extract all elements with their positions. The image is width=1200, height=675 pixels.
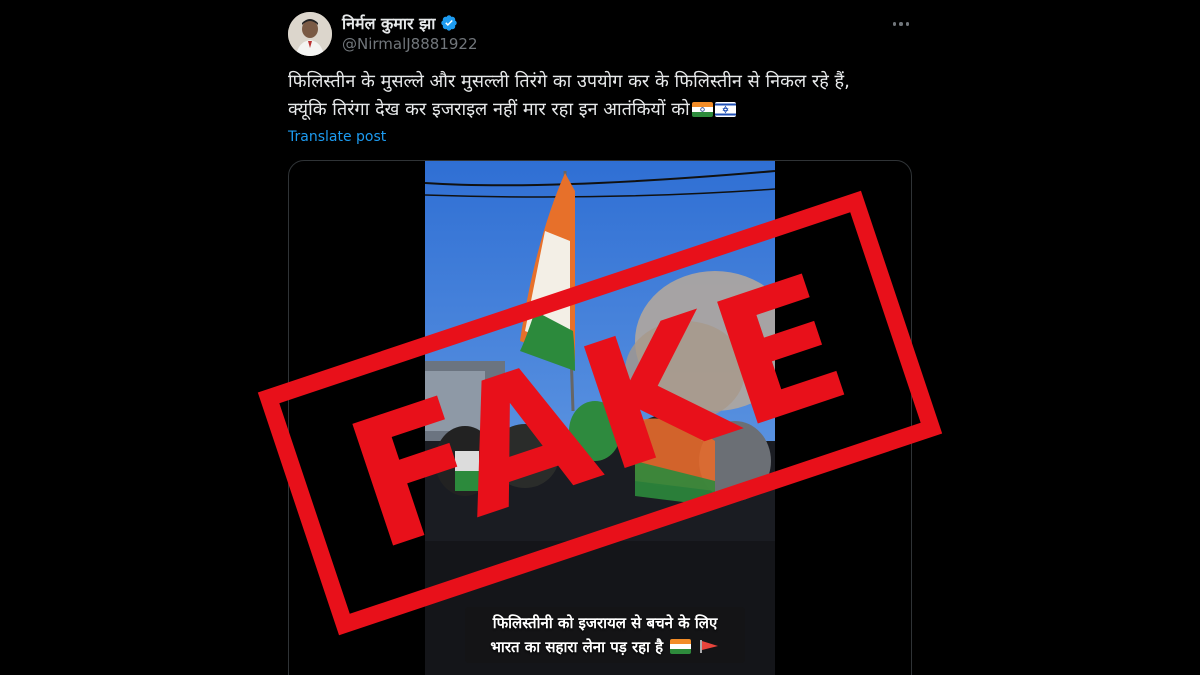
more-dot (899, 22, 903, 26)
israel-flag-icon (714, 102, 736, 117)
post-text-line-2: क्यूंकि तिरंगा देख कर इजराइल नहीं मार रह… (288, 96, 918, 124)
video-caption-line-2: भारत का सहारा लेना पड़ रहा है (469, 635, 741, 659)
more-dot (892, 22, 897, 26)
video-caption-line-1: फिलिस्तीनी को इजरायल से बचने के लिए (492, 614, 718, 632)
video-caption-line-2-text: भारत का सहारा लेना पड़ रहा है (490, 638, 664, 656)
verified-badge-icon (441, 15, 458, 31)
post-text: फिलिस्तीन के मुसल्ले और मुसल्ली तिरंगे क… (288, 68, 918, 124)
video-caption: फिलिस्तीनी को इजरायल से बचने के लिए भारत… (465, 607, 745, 663)
more-dot (905, 22, 910, 26)
display-name-row[interactable]: निर्मल कुमार झा (342, 12, 458, 34)
post-text-line-2-text: क्यूंकि तिरंगा देख कर इजराइल नहीं मार रह… (288, 99, 690, 120)
translate-post-link[interactable]: Translate post (288, 129, 386, 145)
avatar-image (288, 12, 332, 56)
post-text-line-1: फिलिस्तीन के मुसल्ले और मुसल्ली तिरंगे क… (288, 71, 850, 92)
more-options-icon[interactable] (886, 12, 916, 36)
india-flag-icon (691, 102, 713, 117)
tweet-page: निर्मल कुमार झा @NirmalJ8881922 फिलिस्ती… (0, 0, 1200, 675)
user-handle[interactable]: @NirmalJ8881922 (342, 35, 478, 53)
india-flag-icon (670, 639, 692, 654)
red-pennant-icon (699, 640, 718, 653)
avatar[interactable] (288, 12, 332, 56)
display-name[interactable]: निर्मल कुमार झा (342, 12, 435, 34)
